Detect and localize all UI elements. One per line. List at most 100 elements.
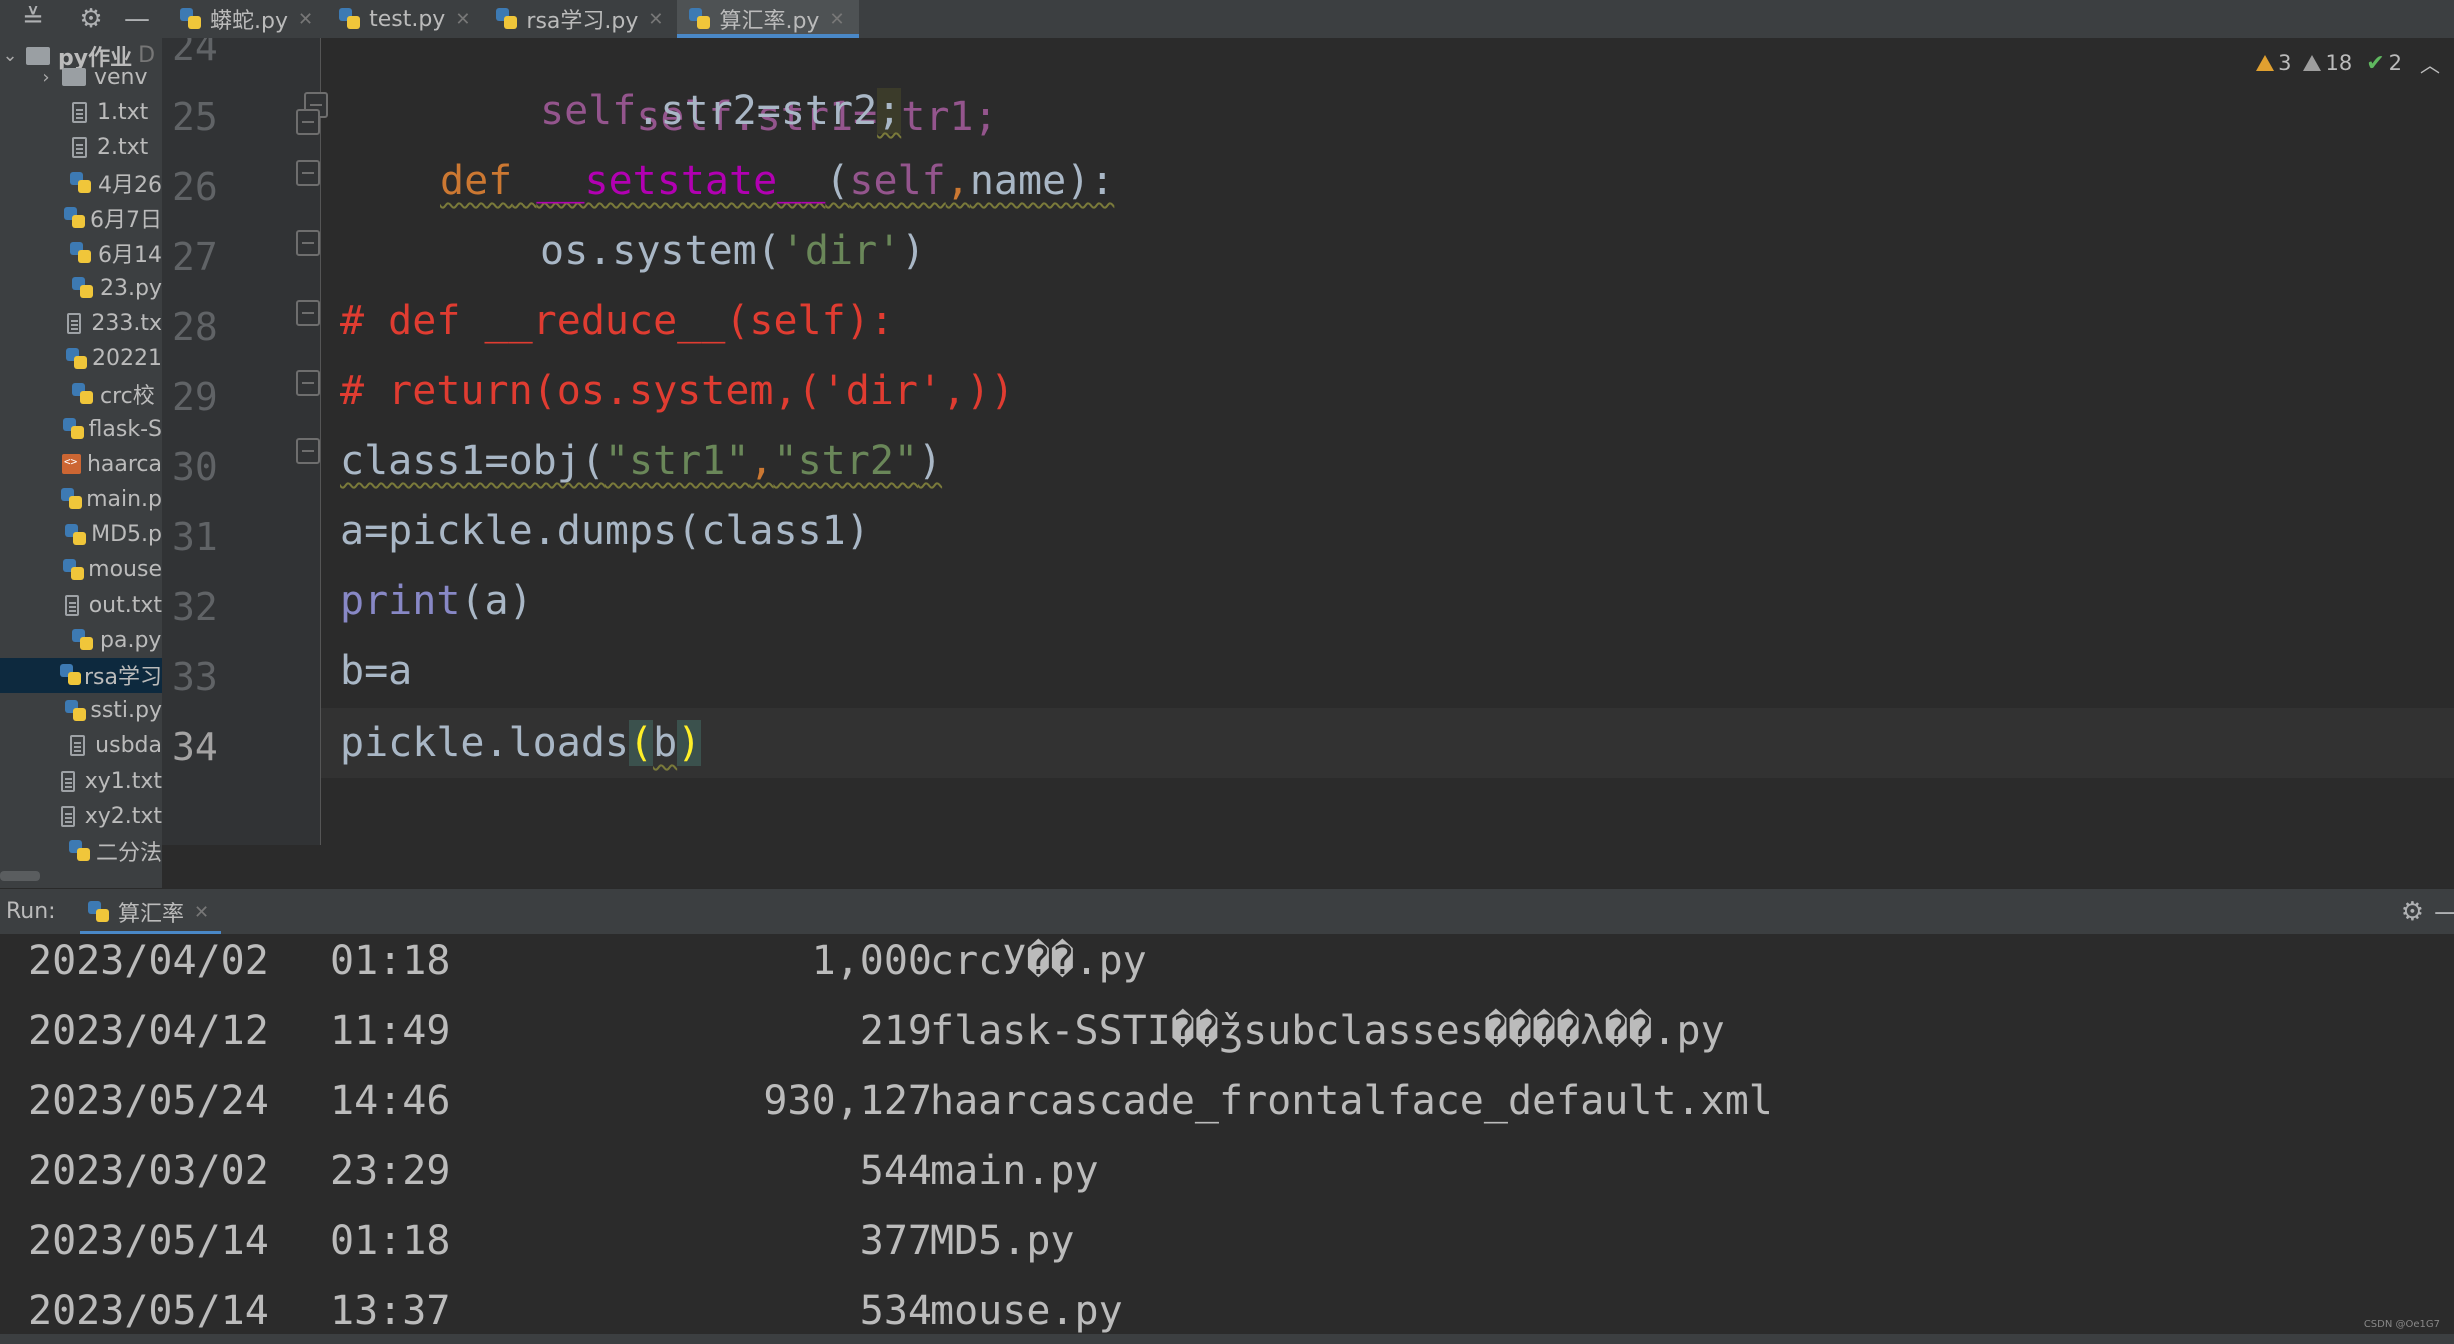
tree-item[interactable]: MD5.p bbox=[0, 517, 162, 552]
warning-count: 3 bbox=[2278, 51, 2292, 75]
tree-item[interactable]: 4月26 bbox=[0, 165, 162, 200]
tree-item[interactable]: flask-S bbox=[0, 412, 162, 447]
tree-item-label: MD5.p bbox=[91, 522, 162, 548]
tree-item[interactable]: main.p bbox=[0, 482, 162, 517]
python-file-icon bbox=[88, 901, 110, 923]
code-text: , bbox=[749, 438, 774, 484]
tree-item-label: flask-S bbox=[88, 416, 162, 442]
tree-item[interactable]: usbda bbox=[0, 728, 162, 763]
inspection-widget[interactable]: 3 18 ✔ 2 ︿ bbox=[2244, 48, 2454, 78]
chevron-up-icon[interactable]: ︿ bbox=[2420, 49, 2440, 78]
console-line: 2023/03/02 23:29 544 main.py bbox=[28, 1136, 2428, 1206]
tree-item[interactable]: 20221 bbox=[0, 341, 162, 376]
code-builtin: print bbox=[340, 578, 461, 624]
text-file-icon bbox=[70, 735, 86, 757]
fold-marker-icon[interactable] bbox=[296, 370, 320, 396]
minimize-icon[interactable]: — bbox=[2434, 889, 2454, 935]
tree-item-label: 1.txt bbox=[97, 99, 149, 125]
tree-item-label: out.txt bbox=[88, 592, 162, 618]
editor-tab-bar: ≚ ⚙ — 蟒蛇.py ✕ test.py ✕ rsa学习.py ✕ 算汇率.p… bbox=[0, 0, 2454, 39]
close-icon[interactable]: ✕ bbox=[829, 9, 844, 30]
tab-exchange-rate[interactable]: 算汇率.py ✕ bbox=[677, 0, 859, 38]
line-number: 30 bbox=[172, 445, 218, 489]
tree-item[interactable]: 6月7日 bbox=[0, 200, 162, 235]
run-console[interactable]: 2023/04/02 01:18 1,000 crcУ��.py 2023/04/12 1… bbox=[0, 934, 2454, 1334]
console-time: 14:46 bbox=[330, 1078, 451, 1124]
python-file-icon bbox=[65, 347, 88, 370]
tree-item[interactable]: 6月14 bbox=[0, 236, 162, 271]
fold-marker-icon[interactable] bbox=[296, 300, 320, 326]
run-tab[interactable]: 算汇率 ✕ bbox=[80, 889, 222, 935]
close-icon[interactable]: ✕ bbox=[648, 9, 663, 30]
tab-test[interactable]: test.py ✕ bbox=[327, 0, 484, 38]
python-file-icon bbox=[59, 664, 82, 686]
python-file-icon bbox=[61, 488, 83, 510]
tree-item[interactable]: pa.py bbox=[0, 623, 162, 658]
text-file-icon bbox=[72, 101, 87, 123]
code-comment: # def __reduce__(self): bbox=[340, 298, 894, 344]
tree-item-label: xy1.txt bbox=[84, 768, 162, 794]
python-file-icon bbox=[70, 171, 92, 194]
tree-item[interactable]: mouse bbox=[0, 552, 162, 587]
collapse-all-icon[interactable]: ≚ bbox=[12, 0, 54, 38]
tree-item[interactable]: 233.tx bbox=[0, 306, 162, 341]
fold-marker-icon[interactable] bbox=[296, 438, 320, 464]
tree-item[interactable]: 1.txt bbox=[0, 95, 162, 130]
project-scrollbar[interactable] bbox=[0, 871, 40, 881]
code-editor[interactable]: 24 25 26 27 28 29 30 31 32 33 34 self.str1=str1; s… bbox=[162, 38, 2454, 888]
line-number: 28 bbox=[172, 305, 218, 349]
console-name: main.py bbox=[930, 1148, 1099, 1194]
console-name: mouse.py bbox=[930, 1288, 1123, 1334]
code-comment: # return(os.system,('dir',)) bbox=[340, 368, 1015, 414]
tree-item[interactable]: ssti.py bbox=[0, 693, 162, 728]
gear-icon[interactable]: ⚙ bbox=[70, 0, 112, 38]
text-file-icon bbox=[67, 312, 82, 334]
tree-item[interactable]: 2.txt bbox=[0, 130, 162, 165]
python-file-icon bbox=[63, 418, 85, 440]
line-number: 34 bbox=[172, 725, 218, 769]
tree-item[interactable]: rsa学习 bbox=[0, 657, 162, 693]
fold-marker-icon[interactable] bbox=[296, 160, 320, 186]
run-label: Run: bbox=[6, 899, 56, 924]
tree-item-label: 23.py bbox=[100, 275, 162, 301]
console-size: 930,127 bbox=[763, 1078, 932, 1124]
status-bar bbox=[0, 1334, 2454, 1344]
tree-item-label: venv bbox=[94, 64, 148, 90]
python-file-icon bbox=[70, 242, 92, 264]
python-file-icon bbox=[65, 523, 87, 546]
code-semicolon: ; bbox=[877, 88, 902, 134]
tree-item[interactable]: 23.py bbox=[0, 271, 162, 306]
code-text: ) bbox=[901, 228, 926, 274]
code-text: b bbox=[653, 720, 678, 766]
tree-item[interactable]: out.txt bbox=[0, 588, 162, 623]
close-icon[interactable]: ✕ bbox=[298, 9, 313, 30]
console-date: 2023/05/14 bbox=[28, 1218, 269, 1264]
console-line: 2023/04/02 01:18 1,000 crcУ��.py bbox=[28, 934, 2428, 996]
code-text: b=a bbox=[340, 648, 413, 694]
console-size: 377 bbox=[859, 1218, 932, 1264]
tree-item-label: 4月26 bbox=[98, 172, 162, 198]
gear-icon[interactable]: ⚙ bbox=[2401, 889, 2424, 935]
fold-marker-icon[interactable] bbox=[296, 230, 320, 256]
line-number: 25 bbox=[172, 95, 218, 139]
fold-marker-icon[interactable] bbox=[296, 109, 320, 135]
tab-python-snake[interactable]: 蟒蛇.py ✕ bbox=[168, 0, 327, 38]
close-icon[interactable]: ✕ bbox=[194, 902, 209, 923]
console-line: 2023/05/24 14:46 930,127 haarcascade_fronta… bbox=[28, 1066, 2428, 1136]
close-icon[interactable]: ✕ bbox=[455, 9, 470, 30]
tree-item[interactable]: crc校 bbox=[0, 376, 162, 411]
tree-item[interactable]: xy1.txt bbox=[0, 764, 162, 799]
editor-horizontal-scroll-area[interactable] bbox=[162, 845, 2454, 888]
tree-item[interactable]: xy2.txt bbox=[0, 799, 162, 834]
console-name: flask-SSTI��ǯsubclasses����λ��.py bbox=[930, 1008, 1725, 1054]
tree-item[interactable]: 二分法 bbox=[0, 834, 162, 869]
minimize-icon[interactable]: — bbox=[116, 0, 158, 38]
chevron-right-icon[interactable]: › bbox=[36, 67, 56, 88]
python-file-icon bbox=[689, 8, 711, 30]
code-line-30: class1=obj("str1","str2") bbox=[340, 426, 942, 496]
tree-item[interactable]: haarca bbox=[0, 447, 162, 482]
tree-item[interactable]: › venv bbox=[0, 60, 162, 95]
line-number: 33 bbox=[172, 655, 218, 699]
tab-rsa[interactable]: rsa学习.py ✕ bbox=[484, 0, 677, 38]
code-self: self bbox=[540, 88, 637, 134]
